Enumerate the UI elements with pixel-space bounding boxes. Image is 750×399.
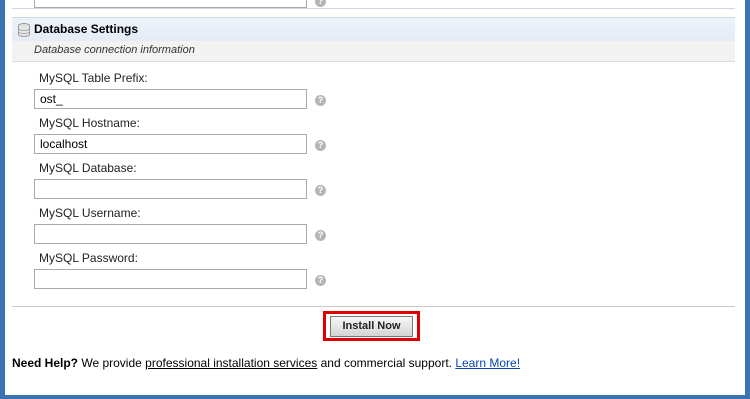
database-label: MySQL Database: xyxy=(39,161,137,175)
need-help-label: Need Help? xyxy=(12,356,79,370)
help-text-part1: We provide xyxy=(78,356,146,370)
database-settings-header: Database Settings xyxy=(12,17,735,43)
hostname-label: MySQL Hostname: xyxy=(39,116,140,130)
window-frame-right xyxy=(745,0,750,399)
previous-field-input[interactable] xyxy=(34,0,307,8)
help-icon[interactable]: ? xyxy=(315,140,326,151)
window-frame-bottom xyxy=(0,395,750,399)
password-input[interactable] xyxy=(34,269,307,289)
help-icon[interactable]: ? xyxy=(315,95,326,106)
installation-services-link[interactable]: professional installation services xyxy=(145,356,317,370)
help-icon[interactable]: ? xyxy=(315,185,326,196)
database-icon xyxy=(18,23,30,37)
section-title: Database Settings xyxy=(34,22,139,36)
help-text: Need Help? We provide professional insta… xyxy=(12,356,520,370)
separator xyxy=(12,306,735,307)
section-subtitle: Database connection information xyxy=(34,44,195,56)
help-text-part2: and commercial support. xyxy=(317,356,456,370)
username-label: MySQL Username: xyxy=(39,206,141,220)
help-icon[interactable]: ? xyxy=(315,230,326,241)
table-prefix-input[interactable] xyxy=(34,89,307,109)
window-frame-left xyxy=(0,0,5,399)
hostname-input[interactable] xyxy=(34,134,307,154)
table-prefix-label: MySQL Table Prefix: xyxy=(39,71,148,85)
section-description: Database connection information xyxy=(12,41,735,62)
password-label: MySQL Password: xyxy=(39,251,138,265)
help-icon[interactable]: ? xyxy=(315,275,326,286)
database-input[interactable] xyxy=(34,179,307,199)
learn-more-link[interactable]: Learn More! xyxy=(455,356,520,370)
install-now-button[interactable]: Install Now xyxy=(330,316,413,337)
username-input[interactable] xyxy=(34,224,307,244)
